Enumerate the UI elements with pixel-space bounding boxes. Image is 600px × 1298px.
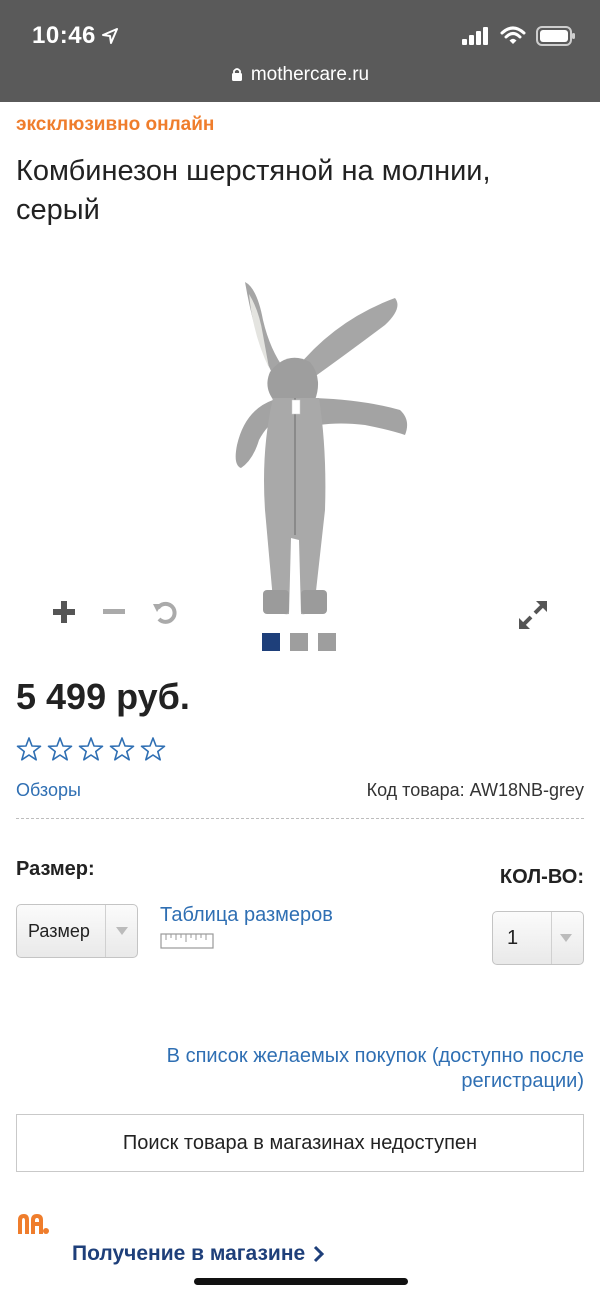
lock-icon: [231, 68, 242, 82]
browser-top-bar: 10:46 mothercare.ru: [0, 0, 600, 102]
status-indicators: [462, 26, 576, 46]
size-chart-link[interactable]: Таблица размеров: [160, 904, 333, 927]
product-price: 5 499 руб.: [16, 676, 190, 717]
store-pickup-label: Получение в магазине: [72, 1242, 306, 1265]
select-separator: [105, 905, 106, 957]
quantity-label: КОЛ-ВО:: [499, 866, 584, 888]
zoom-in-icon[interactable]: [50, 598, 78, 626]
quantity-select[interactable]: 1: [492, 911, 584, 965]
signal-icon: [462, 27, 488, 45]
add-to-wishlist-link[interactable]: В список желаемых покупок (доступно посл…: [84, 1044, 584, 1094]
image-zoom-controls: [50, 598, 178, 626]
store-pickup-link[interactable]: Получение в магазине: [72, 1242, 325, 1266]
size-select[interactable]: Размер: [16, 904, 138, 958]
select-separator: [551, 912, 552, 964]
url-text: mothercare.ru: [250, 64, 370, 85]
chevron-down-icon: [560, 934, 572, 942]
star-icon[interactable]: [78, 736, 104, 762]
product-sku: Код товара: AW18NB-grey: [366, 780, 584, 800]
rating-stars: [16, 736, 166, 762]
gallery-pagination: [262, 633, 336, 651]
wifi-icon: [500, 26, 526, 44]
zoom-out-icon[interactable]: [100, 598, 128, 626]
star-icon[interactable]: [140, 736, 166, 762]
ruler-icon[interactable]: [160, 932, 214, 950]
reviews-link[interactable]: Обзоры: [16, 780, 81, 801]
home-indicator[interactable]: [194, 1278, 408, 1285]
chevron-down-icon: [116, 927, 128, 935]
fullscreen-icon[interactable]: [516, 598, 550, 632]
gallery-dot-2[interactable]: [290, 633, 308, 651]
product-title: Комбинезон шерстяной на молнии, серый: [16, 155, 491, 226]
size-select-value: Размер: [28, 921, 90, 941]
divider: [16, 818, 584, 819]
size-label: Размер:: [16, 858, 95, 880]
battery-icon: [536, 26, 575, 46]
chevron-right-icon: [314, 1246, 325, 1263]
online-exclusive-badge: эксклюзивно онлайн: [16, 114, 215, 135]
gallery-dot-1[interactable]: [262, 633, 280, 651]
star-icon[interactable]: [47, 736, 73, 762]
rotate-icon[interactable]: [150, 598, 178, 626]
star-icon[interactable]: [109, 736, 135, 762]
brand-logo-icon: [18, 1214, 49, 1234]
product-image[interactable]: [215, 280, 415, 620]
quantity-select-value: 1: [507, 927, 519, 949]
star-icon[interactable]: [16, 736, 42, 762]
location-arrow-icon: [102, 28, 118, 44]
gallery-dot-3[interactable]: [318, 633, 336, 651]
address-bar[interactable]: mothercare.ru: [0, 64, 600, 86]
status-time: 10:46: [32, 22, 96, 49]
store-availability-box: Поиск товара в магазинах недоступен: [16, 1114, 584, 1172]
